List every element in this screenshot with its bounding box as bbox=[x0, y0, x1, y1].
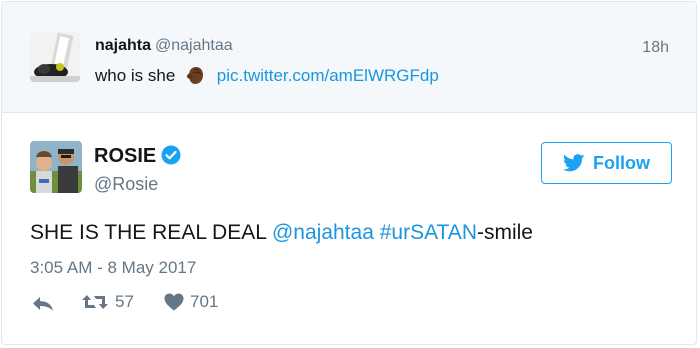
main-tweet-text: SHE IS THE REAL DEAL @najahtaa #urSATAN-… bbox=[30, 221, 533, 245]
tweet-text-body: SHE IS THE REAL DEAL bbox=[30, 221, 272, 244]
parent-media-link[interactable]: pic.twitter.com/amElWRGFdp bbox=[217, 66, 439, 85]
parent-handle[interactable]: @najahtaa bbox=[155, 37, 233, 54]
parent-display-name[interactable]: najahta bbox=[95, 37, 151, 54]
retweet-count: 57 bbox=[115, 292, 134, 311]
follow-label: Follow bbox=[593, 152, 650, 173]
hand-emoji-icon bbox=[184, 64, 206, 86]
verified-badge-icon bbox=[161, 145, 181, 165]
hashtag-link[interactable]: #urSATAN bbox=[380, 221, 477, 244]
follow-button[interactable]: Follow bbox=[541, 142, 672, 184]
embedded-tweet-card: najahta @najahtaa 18h who is she pic.twit… bbox=[1, 1, 697, 345]
tweet-timestamp[interactable]: 3:05 AM - 8 May 2017 bbox=[30, 258, 196, 278]
main-author: ROSIE bbox=[94, 145, 181, 168]
main-handle[interactable]: @Rosie bbox=[94, 174, 158, 195]
tweet-text-suffix: -smile bbox=[476, 221, 533, 244]
parent-tweet[interactable]: najahta @najahtaa 18h who is she pic.twit… bbox=[2, 2, 696, 113]
parent-text: who is she bbox=[95, 66, 176, 85]
parent-time[interactable]: 18h bbox=[642, 39, 669, 57]
main-avatar[interactable] bbox=[30, 141, 82, 193]
mention-link[interactable]: @najahtaa bbox=[272, 221, 374, 244]
like-count: 701 bbox=[190, 292, 219, 311]
reply-button[interactable] bbox=[32, 296, 54, 312]
like-button[interactable]: 701 bbox=[164, 292, 218, 312]
retweet-icon bbox=[82, 295, 108, 309]
main-display-name[interactable]: ROSIE bbox=[94, 145, 156, 167]
retweet-button[interactable]: 57 bbox=[81, 292, 134, 312]
parent-author: najahta @najahtaa bbox=[95, 37, 233, 55]
reply-icon bbox=[33, 297, 53, 311]
parent-tweet-text: who is she pic.twitter.com/amElWRGFdp bbox=[95, 64, 439, 86]
twitter-bird-icon bbox=[563, 154, 585, 172]
parent-avatar[interactable] bbox=[30, 32, 80, 82]
heart-icon bbox=[164, 293, 184, 311]
